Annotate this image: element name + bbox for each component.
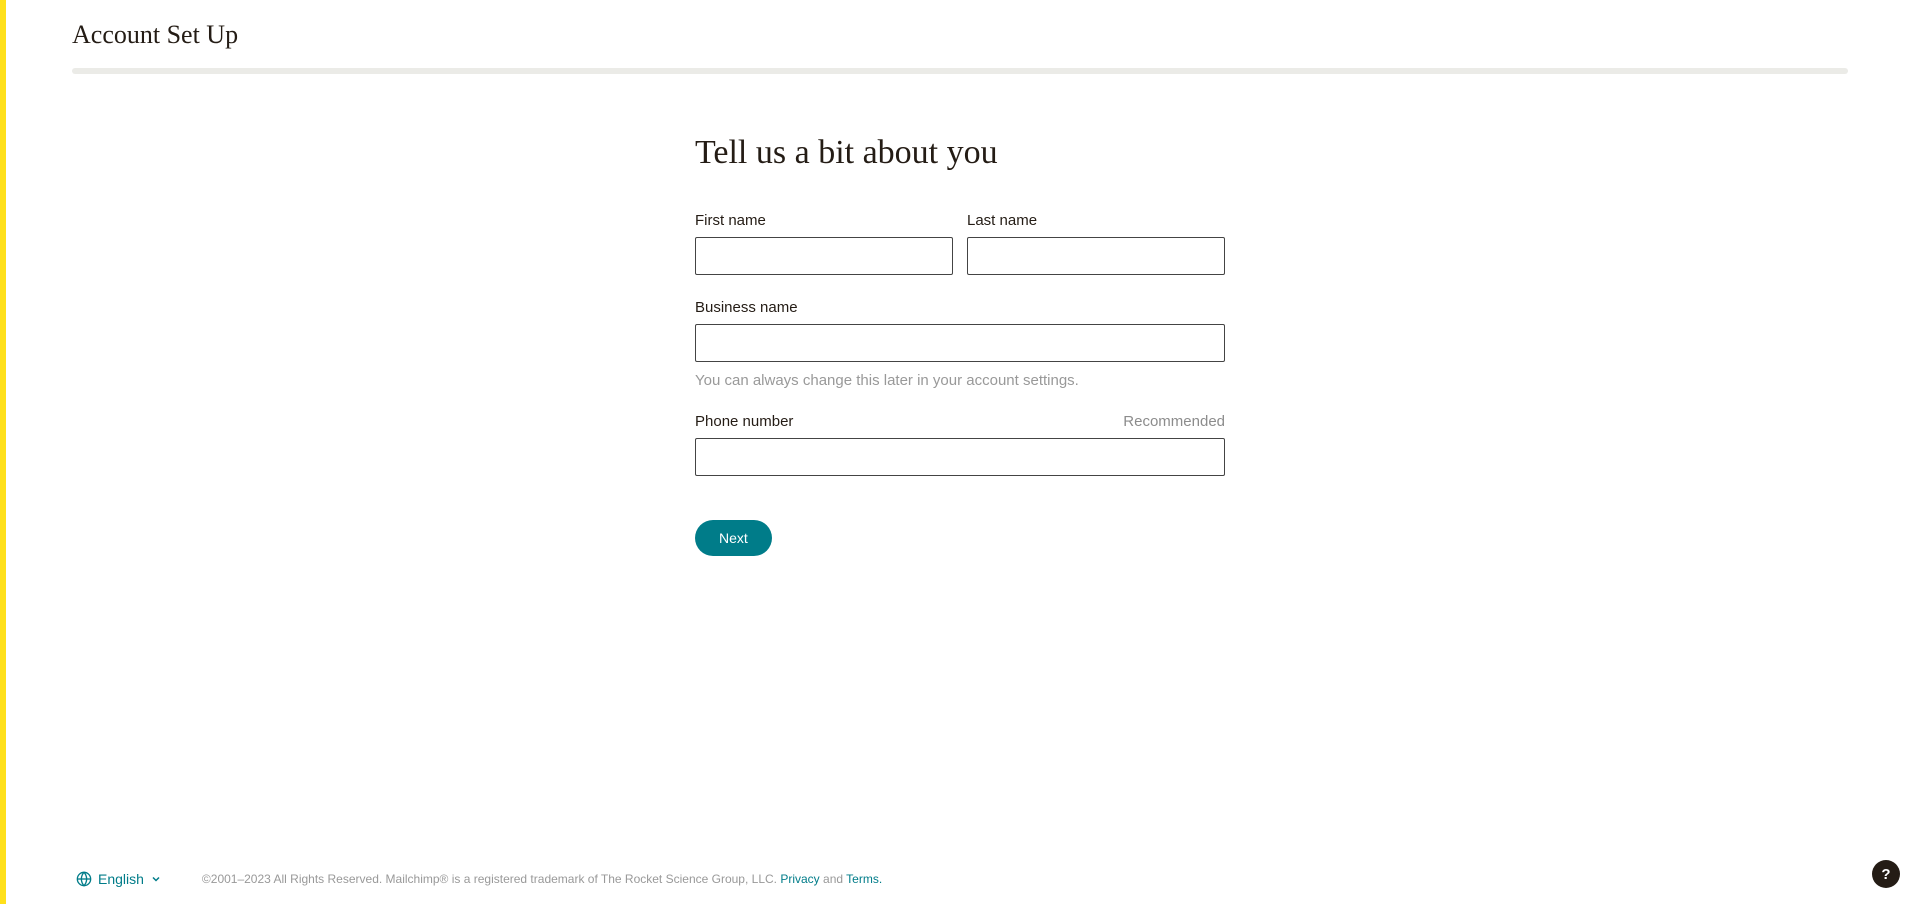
chevron-down-icon xyxy=(150,873,162,885)
footer: English ©2001–2023 All Rights Reserved. … xyxy=(6,854,1920,904)
business-name-input[interactable] xyxy=(695,324,1225,362)
form-container: Tell us a bit about you First name Last … xyxy=(695,134,1225,556)
phone-number-input[interactable] xyxy=(695,438,1225,476)
terms-link[interactable]: Terms. xyxy=(846,872,882,886)
next-button[interactable]: Next xyxy=(695,520,772,556)
form-heading: Tell us a bit about you xyxy=(695,134,1225,172)
last-name-input[interactable] xyxy=(967,237,1225,275)
language-selector[interactable]: English xyxy=(76,871,162,887)
first-name-group: First name xyxy=(695,212,953,275)
phone-label-row: Phone number Recommended xyxy=(695,413,1225,430)
business-name-group: Business name You can always change this… xyxy=(695,299,1225,389)
business-name-label: Business name xyxy=(695,299,1225,316)
name-row: First name Last name xyxy=(695,212,1225,275)
accent-bar xyxy=(0,0,6,904)
language-label: English xyxy=(98,871,144,887)
last-name-label: Last name xyxy=(967,212,1225,229)
first-name-label: First name xyxy=(695,212,953,229)
phone-number-hint: Recommended xyxy=(1123,413,1225,430)
page-title: Account Set Up xyxy=(72,20,1848,50)
and-text: and xyxy=(820,872,846,886)
footer-text: ©2001–2023 All Rights Reserved. Mailchim… xyxy=(202,872,882,886)
help-button[interactable]: ? xyxy=(1872,860,1900,888)
first-name-input[interactable] xyxy=(695,237,953,275)
phone-number-group: Phone number Recommended xyxy=(695,413,1225,476)
last-name-group: Last name xyxy=(967,212,1225,275)
copyright-text: ©2001–2023 All Rights Reserved. Mailchim… xyxy=(202,872,780,886)
globe-icon xyxy=(76,871,92,887)
privacy-link[interactable]: Privacy xyxy=(780,872,819,886)
business-name-help: You can always change this later in your… xyxy=(695,372,1225,389)
page-container: Account Set Up Tell us a bit about you F… xyxy=(0,0,1920,636)
progress-bar xyxy=(72,68,1848,74)
phone-number-label: Phone number xyxy=(695,413,793,430)
